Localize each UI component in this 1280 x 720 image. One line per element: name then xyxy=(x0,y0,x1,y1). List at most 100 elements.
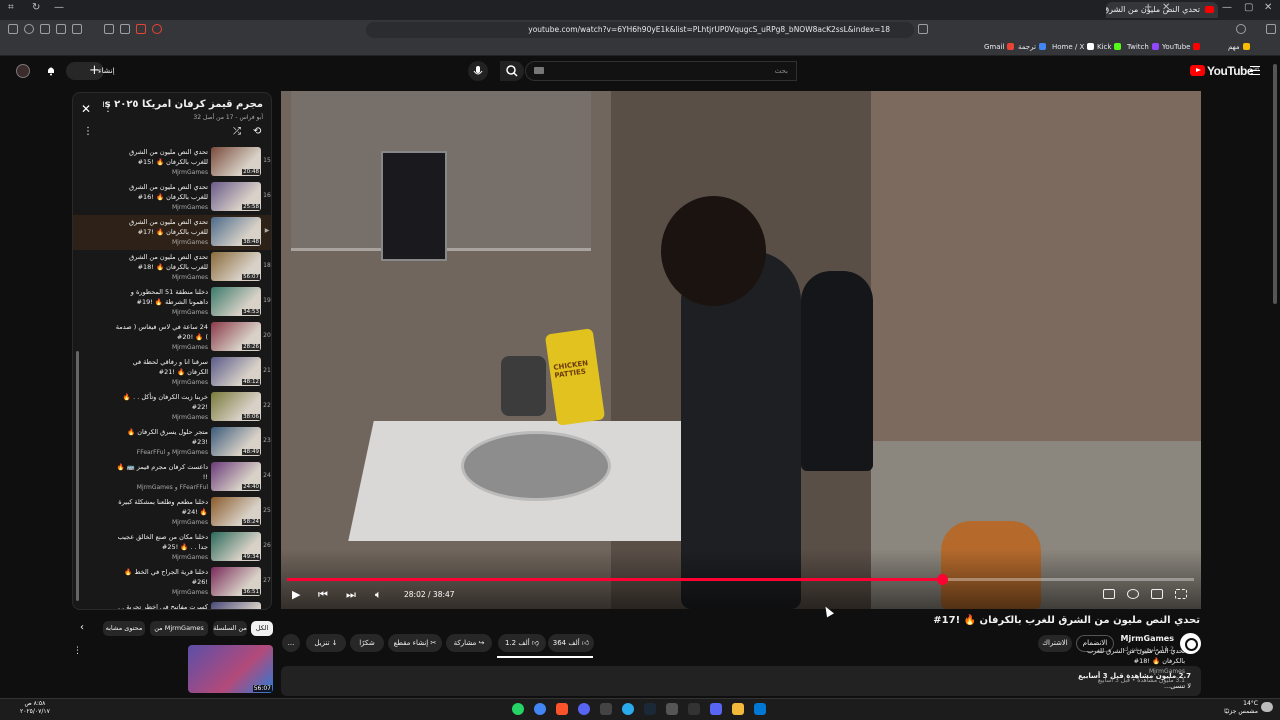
playlist-item-title[interactable]: تحدي النص مليون من الشرق للغرب بالكرفان … xyxy=(113,252,208,272)
chrome-icon[interactable] xyxy=(534,703,546,715)
playlist-item-thumbnail[interactable]: 48:12 xyxy=(211,357,261,386)
extension-icon[interactable] xyxy=(56,24,66,34)
playlist-item-thumbnail[interactable]: 38:06 xyxy=(211,392,261,421)
thanks-button[interactable]: شكرًا xyxy=(350,634,384,652)
next-video-title[interactable]: تحدي النص مليون من الشرق للغرب بالكرفان … xyxy=(1080,646,1185,666)
playlist-item[interactable]: 16 25:58 تحدي النص مليون من الشرق للغرب با… xyxy=(73,180,271,215)
playlist-item-title[interactable]: دخلنا منطقة 51 المحظورة و داهمونا الشرطة… xyxy=(113,287,208,307)
playlist-item-title[interactable]: كسرت مفاتيح في اخطر تجربة . . 🔥 !27# xyxy=(113,602,208,609)
playlist-item-title[interactable]: دخلنا مطعم وطلعنا بمشكلة كبيرة 🔥 !24# xyxy=(113,497,208,517)
playlist-item-title[interactable]: سرقنا انا و رفاقي لحظة في الكرفان 🔥 !21# xyxy=(113,357,208,377)
extension-icon[interactable] xyxy=(40,24,50,34)
tab-close-icon[interactable]: ✕ xyxy=(1162,2,1170,13)
search-button[interactable] xyxy=(500,61,524,81)
playlist-item-thumbnail[interactable]: 36:51 xyxy=(211,567,261,596)
previous-icon[interactable]: ⏮ xyxy=(318,588,328,602)
dislike-button[interactable]: 1.2 ألف 👎︎ xyxy=(498,634,546,652)
playlist-item-thumbnail[interactable]: 58:24 xyxy=(211,497,261,526)
description-box[interactable]: 2.7 مليون مشاهدة قبل 3 أسابيع لا تنسى... xyxy=(281,666,1201,696)
fullscreen-icon[interactable] xyxy=(1175,589,1187,599)
playlist-item-title[interactable]: داعست كرفان مجرم قيمز 🚌 🔥 !! xyxy=(113,462,208,482)
bookmark-kick[interactable]: Kick xyxy=(1097,43,1122,51)
voice-search-button[interactable] xyxy=(468,61,488,81)
chip-from-channel[interactable]: من MjrmGames xyxy=(150,621,208,636)
next-video-thumbnail[interactable]: 56:07 xyxy=(188,645,273,693)
extension-icon[interactable] xyxy=(24,24,34,34)
next-icon[interactable]: ⏭ xyxy=(346,588,356,602)
playlist-item[interactable]: ▶ 38:48 تحدي النص مليون من الشرق للغرب بال… xyxy=(73,215,271,250)
playlist-item-thumbnail[interactable]: 34:53 xyxy=(211,287,261,316)
playlist-item[interactable]: 23 48:49 متجر حلول يسرق الكرفان 🔥 !23# FFea… xyxy=(73,425,271,460)
playlist-item-thumbnail[interactable]: 48:49 xyxy=(211,427,261,456)
bookmark-x[interactable]: Home / X xyxy=(1052,43,1095,51)
more-options-icon[interactable]: ⋮ xyxy=(83,126,93,137)
playlist-item-title[interactable]: دخلنا قرية الجراح في الخط 🔥 !26# xyxy=(113,567,208,587)
playlist-item-thumbnail[interactable]: 49:34 xyxy=(211,532,261,561)
playlist-item[interactable]: 2831:15كسرت مفاتيح في اخطر تجربة . . 🔥 !… xyxy=(73,600,271,609)
playlist-item-thumbnail[interactable]: 38:48 xyxy=(211,217,261,246)
playlist-item-title[interactable]: دخلنا مكان من صنع الخالق عجيب جدا . . 🔥 … xyxy=(113,532,208,552)
more-options-icon[interactable]: ⋮ xyxy=(73,646,82,656)
bookmark-youtube[interactable]: YouTube xyxy=(1162,43,1201,51)
url-bar[interactable]: youtube.com/watch?v=6YH6h90yE1k&list=PLh… xyxy=(366,22,914,38)
extension-icon[interactable] xyxy=(152,24,162,34)
share-button[interactable]: مشاركة ↪ xyxy=(446,634,492,652)
reload-icon[interactable] xyxy=(1236,24,1246,34)
chip-series[interactable]: من السلسلة xyxy=(213,621,247,636)
playlist-item[interactable]: 19 34:53 دخلنا منطقة 51 المحظورة و داهمونا… xyxy=(73,285,271,320)
discord-icon[interactable] xyxy=(710,703,722,715)
loop-icon[interactable]: ⟲ xyxy=(253,126,261,137)
windows-start-icon[interactable] xyxy=(754,703,766,715)
theater-mode-icon[interactable] xyxy=(1151,589,1163,599)
window-minimize-icon[interactable]: — xyxy=(1222,2,1232,13)
taskbar-clock[interactable]: ٨:٥٨ ص ٢٠٢٥/٠٧/١٧ xyxy=(20,700,50,716)
playlist-item-title[interactable]: خربنا زيت الكرفان وتأكل . . 🔥 !22# xyxy=(113,392,208,412)
hamburger-menu-icon[interactable] xyxy=(1250,66,1260,75)
playlist-item-title[interactable]: تحدي النص مليون من الشرق للغرب بالكرفان … xyxy=(113,217,208,237)
playlist-item-thumbnail[interactable]: 28:26 xyxy=(211,322,261,351)
sidebar-toggle-icon[interactable] xyxy=(8,24,18,34)
refresh-icon[interactable]: ↻ xyxy=(32,2,40,13)
bookmark-folder[interactable]: مهم xyxy=(1228,43,1250,51)
progress-bar[interactable] xyxy=(287,574,1194,585)
subscribe-button[interactable]: الاشتراك xyxy=(1038,635,1072,652)
playlist-item-title[interactable]: متجر حلول يسرق الكرفان 🔥 !23# xyxy=(113,427,208,447)
clip-button[interactable]: إنشاء مقطع ✂ xyxy=(388,634,442,652)
settings-gear-icon[interactable] xyxy=(1127,589,1139,599)
playlist-title[interactable]: مجرم قيمز كرفان أمريكا ٢٠٢٥ us xyxy=(103,99,263,110)
playlist-item-thumbnail[interactable]: 56:07 xyxy=(211,252,261,281)
playlist-item-thumbnail[interactable]: 31:15 xyxy=(211,602,261,609)
bookmark-translate[interactable]: ترجمة xyxy=(1018,43,1046,51)
playlist-item-title[interactable]: 24 ساعة في لاس فيغاس ( صدمة ) 🔥 !20# xyxy=(113,322,208,342)
extension-icon[interactable] xyxy=(136,24,146,34)
page-scrollbar[interactable] xyxy=(1273,64,1277,304)
new-tab-icon[interactable]: + xyxy=(1144,2,1152,13)
window-close-icon[interactable]: ✕ xyxy=(1264,2,1272,13)
menu-icon[interactable] xyxy=(1266,24,1276,34)
like-button[interactable]: 364 ألف 👍︎ xyxy=(548,634,594,652)
extension-icon[interactable] xyxy=(120,24,130,34)
close-icon[interactable]: ✕ xyxy=(81,102,91,116)
download-button[interactable]: تنزيل ↓ xyxy=(306,634,346,652)
file-explorer-icon[interactable] xyxy=(732,703,744,715)
window-maximize-icon[interactable]: ▢ xyxy=(1244,2,1253,13)
playlist-item-thumbnail[interactable]: 24:40 xyxy=(211,462,261,491)
playlist-item[interactable]: 27 36:51 دخلنا قرية الجراح في الخط 🔥 !26# M… xyxy=(73,565,271,600)
user-avatar[interactable] xyxy=(16,64,30,78)
weather-widget[interactable]: 14°C مشمس جزئيًا xyxy=(1222,700,1258,716)
next-video-channel[interactable]: MjrmGames xyxy=(1149,668,1185,675)
youtube-logo[interactable]: YouTubeSA xyxy=(1190,64,1259,78)
playlist-item[interactable]: 26 49:34 دخلنا مكان من صنع الخالق عجيب جدا… xyxy=(73,530,271,565)
chevron-left-icon[interactable]: ‹ xyxy=(80,622,84,633)
app-icon[interactable] xyxy=(578,703,590,715)
bookmark-icon[interactable] xyxy=(918,24,928,34)
app-icon[interactable] xyxy=(688,703,700,715)
app-icon[interactable] xyxy=(600,703,612,715)
create-button[interactable]: + إنشاء xyxy=(66,62,115,80)
playlist-item[interactable]: 24 24:40 داعست كرفان مجرم قيمز 🚌 🔥 !! MjrmG… xyxy=(73,460,271,495)
bookmark-gmail[interactable]: Gmail xyxy=(984,43,1015,51)
app-icon[interactable] xyxy=(666,703,678,715)
video-player[interactable]: CHICKEN PATTIES ▶ ⏮ ⏭ 🔈︎ 28:02 / 38:47 xyxy=(281,91,1201,609)
brave-icon[interactable] xyxy=(556,703,568,715)
browser-menu-icon[interactable]: ⌗ xyxy=(8,2,14,13)
